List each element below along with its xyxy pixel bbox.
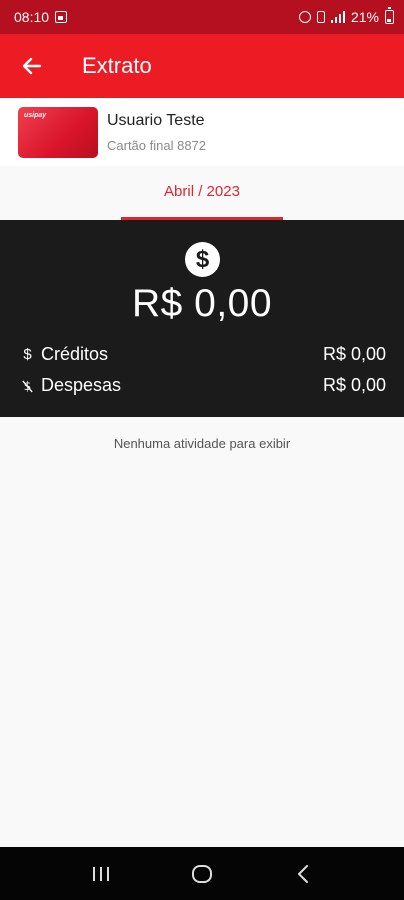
credits-label-group: $ Créditos bbox=[22, 344, 108, 365]
page-title: Extrato bbox=[82, 53, 152, 78]
app-bar: Extrato bbox=[0, 34, 404, 98]
credits-label: Créditos bbox=[41, 344, 109, 364]
expenses-label-group: $ Despesas bbox=[22, 375, 121, 396]
system-nav-bar bbox=[0, 847, 404, 900]
expenses-row: $ Despesas R$ 0,00 bbox=[22, 375, 386, 396]
chevron-left-icon bbox=[298, 864, 309, 883]
alarm-icon bbox=[298, 11, 311, 23]
battery-percent: 21% bbox=[350, 9, 379, 25]
total-amount: R$ 0,00 bbox=[131, 282, 273, 325]
card-final-number: Cartão final 8872 bbox=[107, 137, 207, 153]
expenses-label: Despesas bbox=[41, 375, 122, 395]
screen: 08:10 21% Extrato usipay Usuario Teste C… bbox=[0, 0, 404, 900]
home-button[interactable] bbox=[182, 854, 222, 894]
arrow-left-icon bbox=[22, 57, 42, 75]
back-button[interactable] bbox=[0, 34, 64, 98]
gallery-notification-icon bbox=[55, 11, 68, 23]
card-info: Usuario Teste Cartão final 8872 bbox=[107, 112, 206, 153]
back-nav-button[interactable] bbox=[283, 854, 323, 894]
expenses-value: R$ 0,00 bbox=[322, 375, 386, 395]
status-bar: 08:10 21% bbox=[0, 0, 404, 34]
card-image: usipay bbox=[18, 106, 98, 158]
battery-icon bbox=[385, 7, 394, 24]
credits-row: $ Créditos R$ 0,00 bbox=[22, 344, 386, 365]
status-right: 21% bbox=[298, 7, 394, 25]
dollar-icon: $ bbox=[185, 242, 220, 277]
status-time: 08:10 bbox=[14, 9, 50, 25]
signal-icon bbox=[330, 11, 345, 23]
tab-month-selected[interactable]: Abril / 2023 bbox=[121, 166, 283, 220]
status-left: 08:10 bbox=[14, 9, 68, 25]
recent-apps-button[interactable] bbox=[81, 854, 121, 894]
card-brand-logo: usipay bbox=[24, 111, 47, 119]
summary-panel: $ R$ 0,00 $ Créditos R$ 0,00 $ Despesas … bbox=[0, 220, 404, 417]
month-tabs: Abril / 2023 bbox=[0, 166, 404, 220]
credits-value: R$ 0,00 bbox=[322, 344, 386, 364]
vibrate-icon bbox=[316, 11, 325, 23]
money-off-icon: $ bbox=[22, 379, 33, 393]
home-icon bbox=[191, 864, 212, 883]
empty-state-message: Nenhuma atividade para exibir bbox=[113, 436, 291, 451]
card-header: usipay Usuario Teste Cartão final 8872 bbox=[0, 98, 404, 166]
dollar-sign-icon: $ bbox=[23, 346, 32, 363]
user-name: Usuario Teste bbox=[107, 111, 205, 129]
recent-apps-icon bbox=[92, 866, 109, 881]
